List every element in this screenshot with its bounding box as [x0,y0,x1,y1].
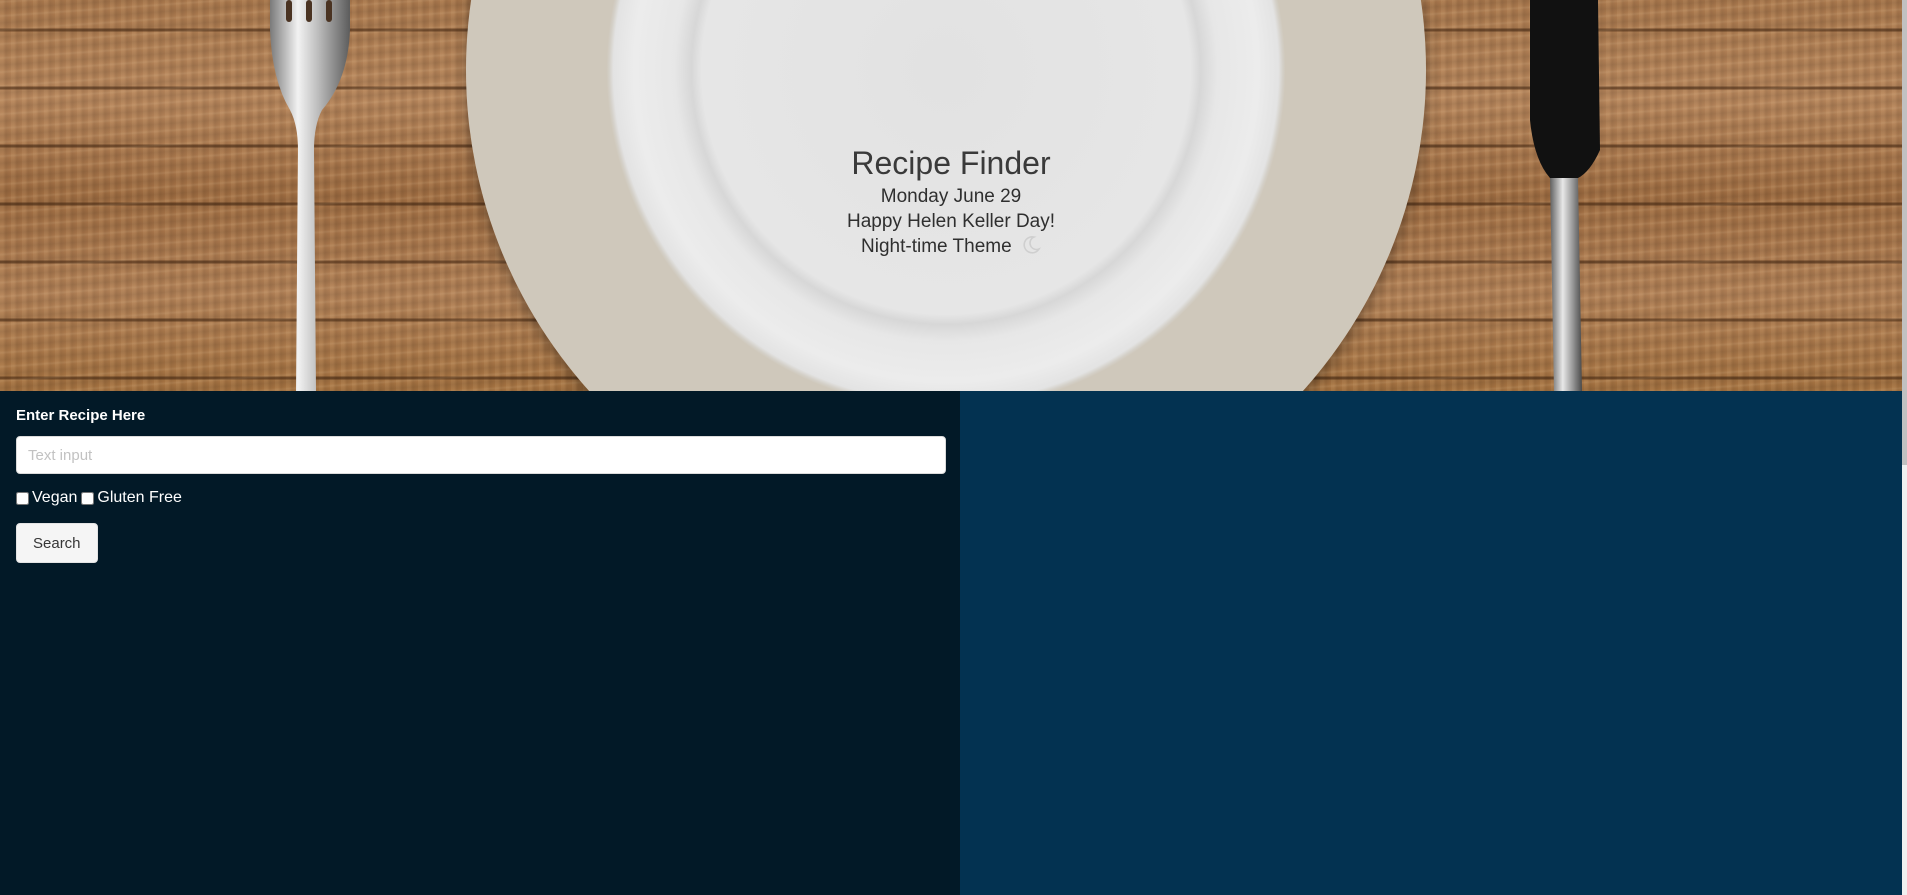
vegan-label: Vegan [32,489,78,506]
holiday-greeting: Happy Helen Keller Day! [846,211,1056,232]
vegan-option[interactable]: Vegan [16,489,77,507]
diet-filters: Vegan Gluten Free [16,489,186,507]
hero-banner: Recipe Finder Monday June 29 Happy Helen… [0,0,1902,391]
theme-label: Night-time Theme [861,236,1012,257]
moon-icon [1023,236,1041,254]
scrollbar-thumb[interactable] [1902,0,1907,465]
page: Recipe Finder Monday June 29 Happy Helen… [0,0,1907,895]
page-title: Recipe Finder [851,145,1051,181]
recipe-search-input[interactable] [16,436,946,474]
page-scrollbar[interactable] [1902,0,1907,895]
gluten-free-checkbox[interactable] [81,491,95,505]
vegan-checkbox[interactable] [16,491,29,505]
search-button[interactable]: Search [16,523,98,563]
current-date: Monday June 29 [880,186,1022,207]
gluten-free-label: Gluten Free [97,489,182,506]
search-panel: Enter Recipe Here Vegan Gluten Free Sear… [0,391,960,895]
theme-indicator: Night-time Theme [0,234,1902,259]
recipe-input-label: Enter Recipe Here [16,407,146,424]
gluten-free-option[interactable]: Gluten Free [81,489,182,507]
results-panel [960,391,1902,895]
hero-text-block: Recipe Finder Monday June 29 Happy Helen… [0,142,1902,259]
